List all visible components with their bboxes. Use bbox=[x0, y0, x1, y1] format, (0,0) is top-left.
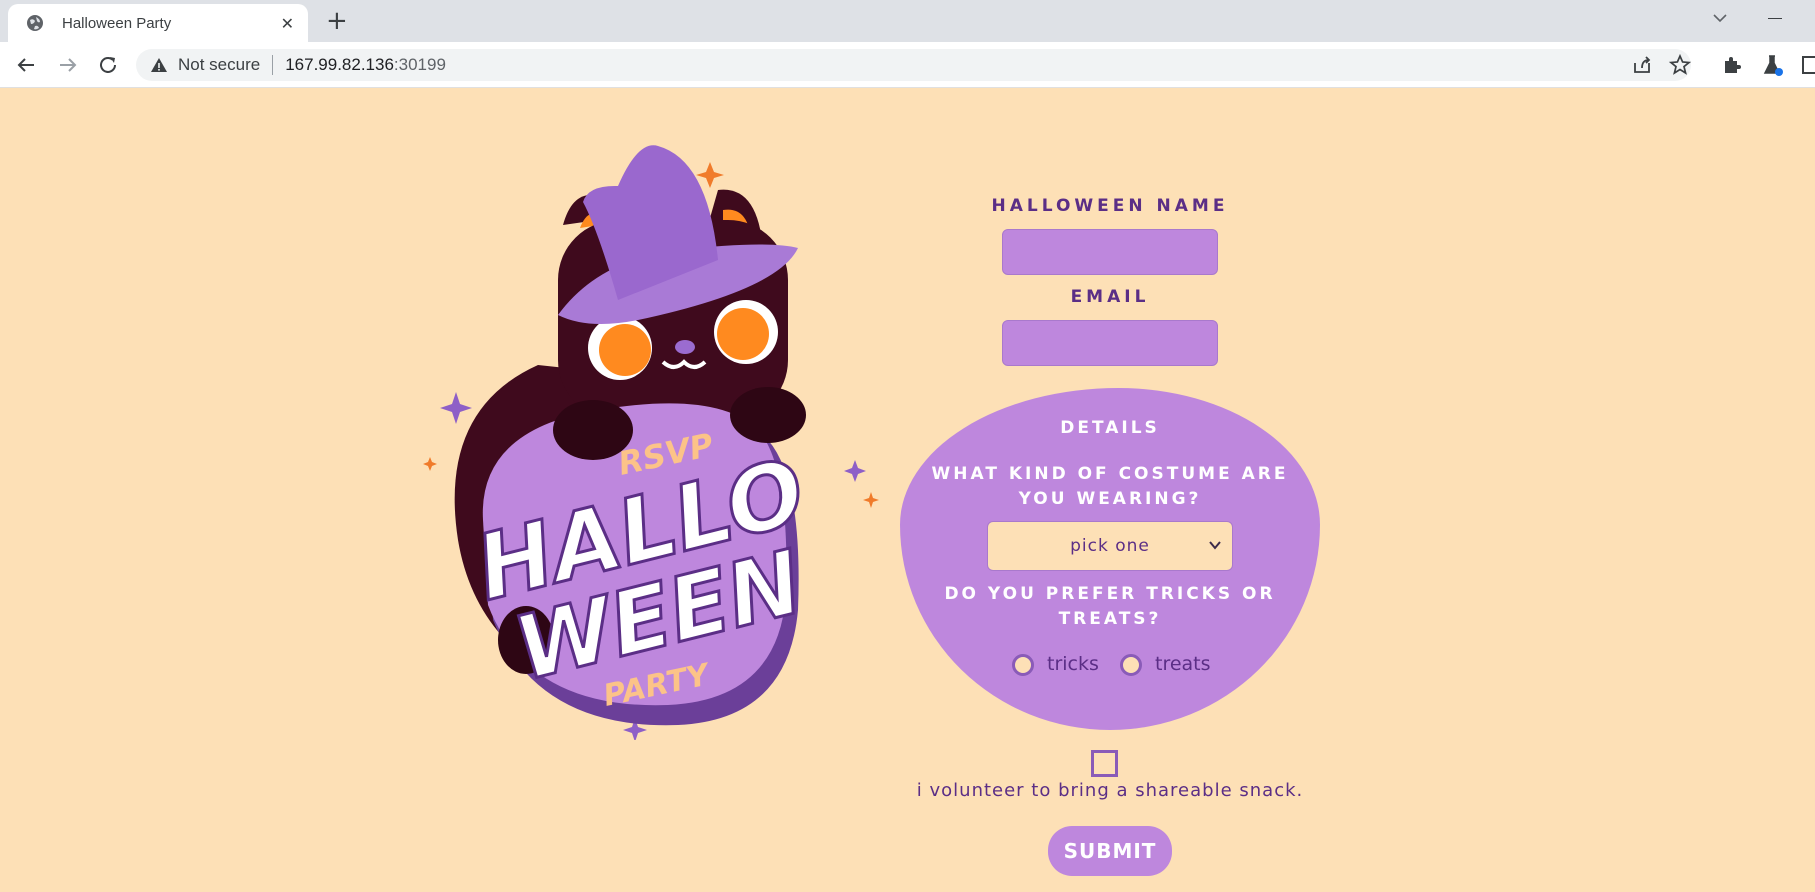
bookmark-star-icon[interactable] bbox=[1668, 53, 1692, 77]
reload-icon[interactable] bbox=[96, 53, 120, 77]
browser-toolbar: Not secure 167.99.82.136:30199 bbox=[0, 42, 1815, 88]
browser-tab-strip: Halloween Party ✕ + bbox=[0, 0, 1815, 42]
back-arrow-icon[interactable] bbox=[14, 53, 38, 77]
minimize-window-icon[interactable] bbox=[1768, 18, 1782, 19]
halloween-name-label: HALLOWEEN NAME bbox=[991, 196, 1229, 216]
url-host: 167.99.82.136 bbox=[285, 55, 394, 74]
halloween-name-input[interactable] bbox=[1002, 229, 1218, 275]
halloween-cat-illustration: RSVP HALLO WEEN PARTY bbox=[423, 145, 879, 740]
tab-search-chevron-icon[interactable] bbox=[1710, 8, 1730, 28]
email-input[interactable] bbox=[1002, 320, 1218, 366]
tricks-radio[interactable] bbox=[1012, 654, 1034, 676]
email-label: EMAIL bbox=[1070, 287, 1150, 307]
costume-select-value: pick one bbox=[1070, 536, 1150, 556]
labs-flask-icon[interactable] bbox=[1760, 53, 1784, 77]
costume-select[interactable]: pick one bbox=[987, 521, 1233, 571]
address-bar[interactable]: Not secure 167.99.82.136:30199 bbox=[136, 49, 1692, 81]
treats-radio-label: treats bbox=[1155, 653, 1211, 675]
tab-close-button[interactable]: ✕ bbox=[281, 14, 294, 33]
preference-question-line2: TREATS? bbox=[1058, 609, 1162, 629]
snack-checkbox-label: i volunteer to bring a shareable snack. bbox=[916, 780, 1304, 801]
share-icon[interactable] bbox=[1630, 53, 1654, 77]
browser-tab[interactable]: Halloween Party ✕ bbox=[8, 4, 308, 42]
url-port: :30199 bbox=[393, 55, 446, 74]
tab-title: Halloween Party bbox=[62, 14, 172, 32]
new-tab-button[interactable]: + bbox=[326, 6, 348, 36]
side-panel-icon[interactable] bbox=[1800, 53, 1815, 77]
extensions-puzzle-icon[interactable] bbox=[1720, 53, 1744, 77]
details-heading: DETAILS bbox=[1060, 418, 1160, 438]
forward-arrow-icon[interactable] bbox=[56, 53, 80, 77]
security-status-label: Not secure bbox=[178, 55, 261, 74]
preference-question-line1: DO YOU PREFER TRICKS OR bbox=[944, 584, 1276, 604]
snack-checkbox[interactable] bbox=[1091, 750, 1118, 777]
globe-icon bbox=[27, 15, 43, 31]
submit-button[interactable]: SUBMIT bbox=[1048, 826, 1172, 876]
costume-question-line1: WHAT KIND OF COSTUME ARE bbox=[931, 464, 1289, 484]
address-separator bbox=[272, 55, 274, 75]
treats-radio[interactable] bbox=[1120, 654, 1142, 676]
tricks-radio-label: tricks bbox=[1047, 653, 1099, 675]
warning-triangle-icon[interactable] bbox=[150, 56, 168, 74]
costume-question-line2: YOU WEARING? bbox=[1018, 489, 1202, 509]
chevron-down-icon bbox=[1209, 541, 1221, 550]
